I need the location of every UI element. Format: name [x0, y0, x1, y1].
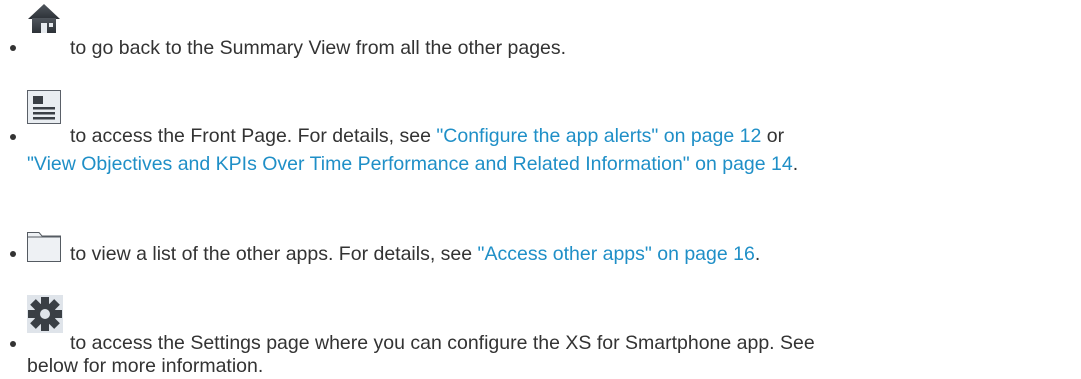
item-text: . [792, 153, 799, 175]
link-configure-app-alerts[interactable]: "Configure the app alerts" on page 12 [436, 125, 761, 147]
item-text-line-1: to view a list of the other apps. For de… [70, 243, 760, 266]
item-text: to access the Front Page. For details, s… [70, 125, 437, 147]
item-text: to go back to the Summary View from all … [70, 37, 567, 59]
item-text-line-1: to access the Front Page. For details, s… [70, 125, 784, 148]
link-access-other-apps[interactable]: "Access other apps" on page 16 [478, 243, 755, 265]
front-page-icon[interactable] [27, 90, 61, 130]
bullet [10, 341, 16, 347]
gear-icon[interactable] [27, 295, 63, 339]
item-text-line-1: to access the Settings page where you ca… [70, 332, 815, 354]
link-view-objectives-kpis[interactable]: "View Objectives and KPIs Over Time Perf… [27, 153, 793, 175]
bullet [10, 45, 16, 51]
item-text-line-2: below for more information. [27, 355, 264, 377]
item-text: . [754, 243, 761, 265]
folder-icon[interactable] [27, 228, 61, 268]
item-text-line-2: "View Objectives and KPIs Over Time Perf… [27, 153, 798, 176]
bullet [10, 251, 16, 257]
item-text: or [761, 125, 785, 147]
item-text: to view a list of the other apps. For de… [70, 243, 478, 265]
home-icon[interactable] [27, 0, 61, 40]
bullet [10, 134, 16, 140]
